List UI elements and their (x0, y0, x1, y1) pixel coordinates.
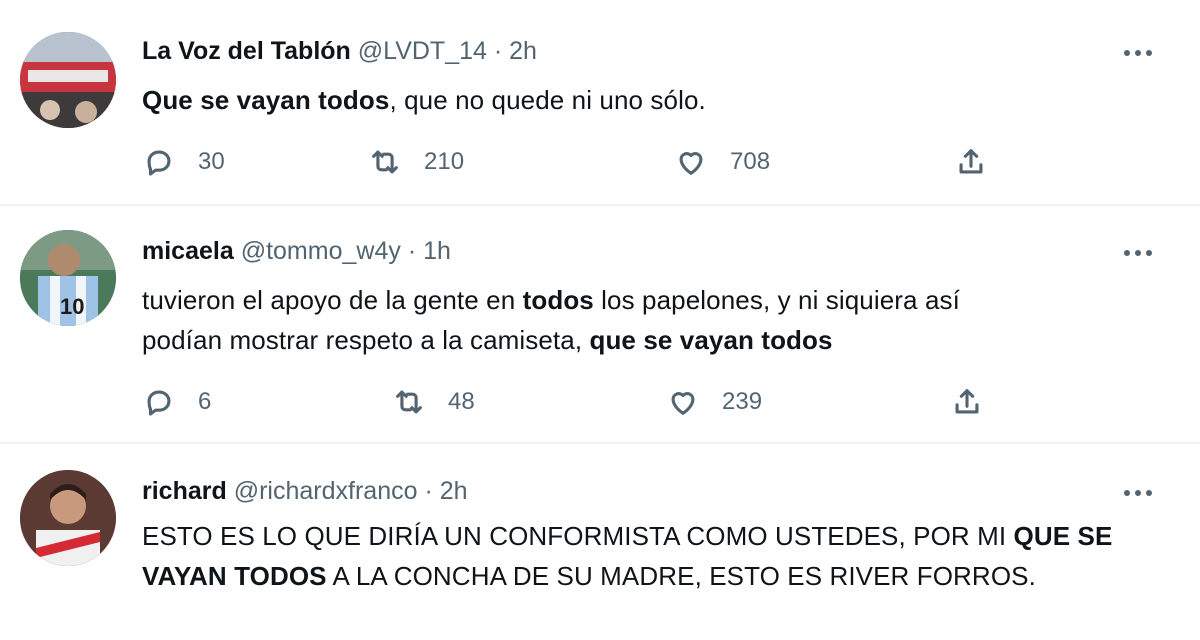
avatar[interactable] (20, 470, 116, 566)
separator-dot: · (407, 237, 417, 265)
text-bold: que se vayan todos (589, 325, 833, 355)
avatar[interactable]: 10 (20, 230, 116, 326)
tweet-header: micaela @tommo_w4y · 1h (142, 236, 451, 266)
tweet-text: Que se vayan todos, que no quede ni uno … (142, 80, 1160, 120)
retweet-icon (372, 150, 398, 174)
author-handle[interactable]: @richardxfranco (234, 477, 418, 505)
tweet-3[interactable]: richard @richardxfranco · 2h ESTO ES LO … (0, 444, 1200, 640)
tweet-1[interactable]: La Voz del Tablón @LVDT_14 · 2h Que se v… (0, 0, 1200, 205)
avatar-image-icon (20, 470, 116, 566)
separator-dot: · (493, 37, 503, 65)
separator-dot: · (424, 477, 433, 505)
avatar-image-icon (20, 32, 116, 128)
text-plain: tuvieron el apoyo de la gente en (142, 285, 523, 315)
more-button[interactable] (1120, 38, 1156, 68)
share-icon (959, 149, 983, 174)
timestamp[interactable]: 2h (509, 37, 537, 65)
tweet-header: La Voz del Tablón @LVDT_14 · 2h (142, 36, 537, 66)
timestamp[interactable]: 2h (440, 477, 468, 505)
author-handle[interactable]: @LVDT_14 (358, 37, 487, 65)
like-button[interactable]: 239 (666, 382, 762, 422)
more-icon (1135, 50, 1141, 56)
more-icon (1124, 50, 1130, 56)
text-bold: Que se vayan todos (142, 85, 390, 115)
reply-button[interactable]: 30 (142, 142, 225, 182)
reply-icon (147, 150, 171, 176)
heart-icon (679, 152, 703, 175)
share-icon (955, 389, 979, 414)
share-button[interactable] (950, 382, 984, 422)
tweet-text: ESTO ES LO QUE DIRÍA UN CONFORMISTA COMO… (142, 516, 1162, 596)
more-button[interactable] (1120, 238, 1156, 268)
tweet-actions: 30 210 708 (142, 142, 1022, 182)
text-plain: A LA CONCHA DE SU MADRE, ESTO ES RIVER F… (326, 561, 1036, 591)
reply-button[interactable]: 6 (142, 382, 211, 422)
timestamp[interactable]: 1h (423, 237, 451, 265)
svg-text:10: 10 (60, 294, 84, 319)
reply-count: 30 (198, 148, 225, 175)
more-icon (1124, 490, 1130, 496)
text-plain: , que no quede ni uno sólo. (389, 85, 706, 115)
retweet-button[interactable]: 48 (392, 382, 475, 422)
retweet-count: 48 (448, 388, 475, 415)
reply-icon (147, 390, 171, 416)
like-count: 708 (730, 148, 771, 175)
more-icon (1146, 50, 1152, 56)
more-icon (1135, 490, 1141, 496)
avatar-image-icon: 10 (20, 230, 116, 326)
more-icon (1135, 250, 1141, 256)
avatar[interactable] (20, 32, 116, 128)
author-name[interactable]: micaela (142, 237, 234, 265)
more-button[interactable] (1120, 478, 1156, 508)
retweet-count: 210 (424, 148, 465, 175)
more-icon (1124, 250, 1130, 256)
retweet-button[interactable]: 210 (368, 142, 464, 182)
author-name[interactable]: La Voz del Tablón (142, 37, 351, 65)
heart-icon (671, 392, 695, 415)
author-name[interactable]: richard (142, 477, 227, 505)
like-count: 239 (722, 388, 763, 415)
text-plain: ESTO ES LO QUE DIRÍA UN CONFORMISTA COMO… (142, 521, 1014, 551)
like-button[interactable]: 708 (674, 142, 770, 182)
tweet-text: tuvieron el apoyo de la gente en todos l… (142, 280, 1002, 360)
reply-count: 6 (198, 388, 212, 415)
more-icon (1146, 250, 1152, 256)
retweet-icon (396, 390, 422, 414)
share-button[interactable] (954, 142, 988, 182)
more-icon (1146, 490, 1152, 496)
author-handle[interactable]: @tommo_w4y (241, 237, 401, 265)
tweet-2[interactable]: 10 micaela @tommo_w4y · 1h tuvieron el a… (0, 206, 1200, 442)
tweet-header: richard @richardxfranco · 2h (142, 476, 468, 506)
tweet-actions: 6 48 239 (142, 382, 1022, 422)
text-bold: todos (522, 285, 594, 315)
